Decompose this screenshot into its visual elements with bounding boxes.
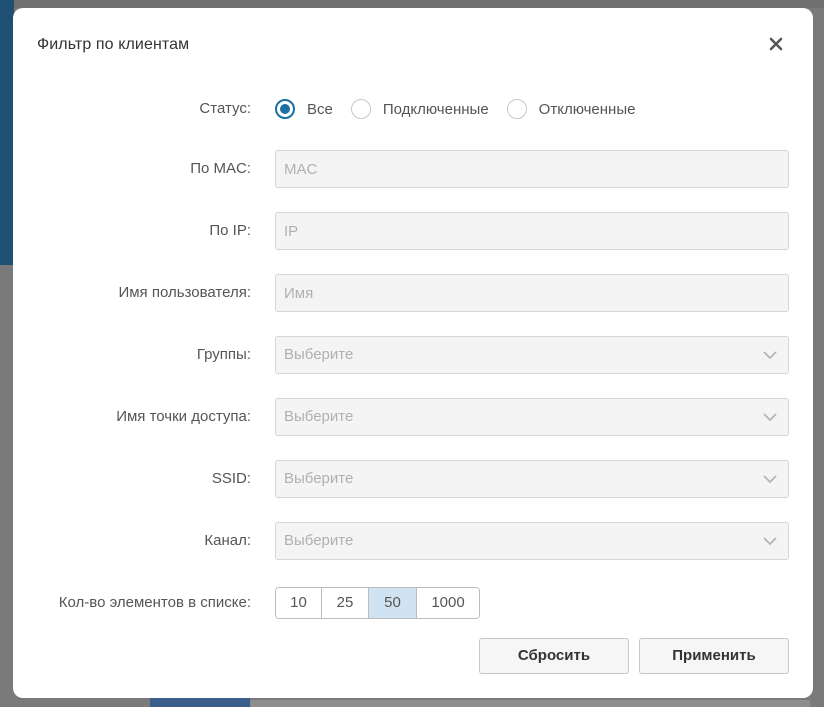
mac-input[interactable]	[276, 151, 788, 187]
status-label: Статус:	[199, 100, 251, 117]
status-option-label: Все	[307, 100, 333, 118]
backdrop-strip	[150, 698, 250, 707]
page-size-segmented-control: 10 25 50 1000	[275, 587, 480, 619]
status-option-all[interactable]: Все	[275, 99, 333, 119]
mac-row: По MAC:	[13, 150, 813, 188]
mac-label: По MAC:	[190, 160, 251, 177]
channel-select-placeholder: Выберите	[284, 532, 354, 549]
page-size-option-10[interactable]: 10	[276, 588, 322, 618]
status-radio-group: Все Подключенные Отключенные	[275, 90, 653, 128]
ap-name-select[interactable]: Выберите	[275, 398, 789, 436]
status-option-label: Подключенные	[382, 100, 489, 118]
ssid-row: SSID: Выберите	[13, 460, 813, 498]
radio-checked-icon	[275, 99, 295, 119]
page-size-option-50[interactable]: 50	[369, 588, 417, 618]
chevron-down-icon	[763, 413, 777, 422]
chevron-down-icon	[763, 537, 777, 546]
backdrop	[0, 0, 824, 8]
username-field-wrapper	[275, 274, 789, 312]
apply-button[interactable]: Применить	[639, 638, 789, 674]
page-size-option-25[interactable]: 25	[322, 588, 369, 618]
channel-label: Канал:	[204, 532, 251, 549]
mac-field-wrapper	[275, 150, 789, 188]
ip-row: По IP:	[13, 212, 813, 250]
groups-select[interactable]: Выберите	[275, 336, 789, 374]
reset-button[interactable]: Сбросить	[479, 638, 629, 674]
status-row: Статус: Все Подключенные Отключенные	[13, 90, 813, 128]
ap-name-select-placeholder: Выберите	[284, 408, 354, 425]
ip-field-wrapper	[275, 212, 789, 250]
backdrop-strip-2	[250, 700, 810, 707]
chevron-down-icon	[763, 475, 777, 484]
close-icon	[769, 37, 783, 51]
ap-name-row: Имя точки доступа: Выберите	[13, 398, 813, 436]
status-option-label: Отключенные	[538, 100, 636, 118]
backdrop-panel	[0, 0, 14, 265]
ap-name-label: Имя точки доступа:	[116, 408, 251, 425]
groups-label: Группы:	[196, 346, 251, 363]
channel-row: Канал: Выберите	[13, 522, 813, 560]
client-filter-dialog: Фильтр по клиентам Статус: Все Подключен…	[13, 8, 813, 698]
username-input[interactable]	[276, 275, 788, 311]
ip-input[interactable]	[276, 213, 788, 249]
status-option-connected[interactable]: Подключенные	[350, 99, 489, 119]
page-size-row: Кол-во элементов в списке: 10 25 50 1000	[13, 584, 813, 622]
ip-label: По IP:	[209, 222, 251, 239]
ssid-select[interactable]: Выберите	[275, 460, 789, 498]
radio-unchecked-icon	[350, 99, 371, 119]
groups-select-placeholder: Выберите	[284, 346, 354, 363]
ssid-label: SSID:	[211, 470, 251, 487]
radio-unchecked-icon	[506, 99, 527, 119]
page-size-label: Кол-во элементов в списке:	[58, 594, 251, 611]
groups-row: Группы: Выберите	[13, 336, 813, 374]
status-option-disconnected[interactable]: Отключенные	[506, 99, 636, 119]
username-row: Имя пользователя:	[13, 274, 813, 312]
username-label: Имя пользователя:	[118, 284, 251, 301]
chevron-down-icon	[763, 351, 777, 360]
close-button[interactable]	[766, 34, 786, 54]
channel-select[interactable]: Выберите	[275, 522, 789, 560]
page-size-option-1000[interactable]: 1000	[417, 588, 479, 618]
dialog-title: Фильтр по клиентам	[37, 36, 190, 53]
ssid-select-placeholder: Выберите	[284, 470, 354, 487]
